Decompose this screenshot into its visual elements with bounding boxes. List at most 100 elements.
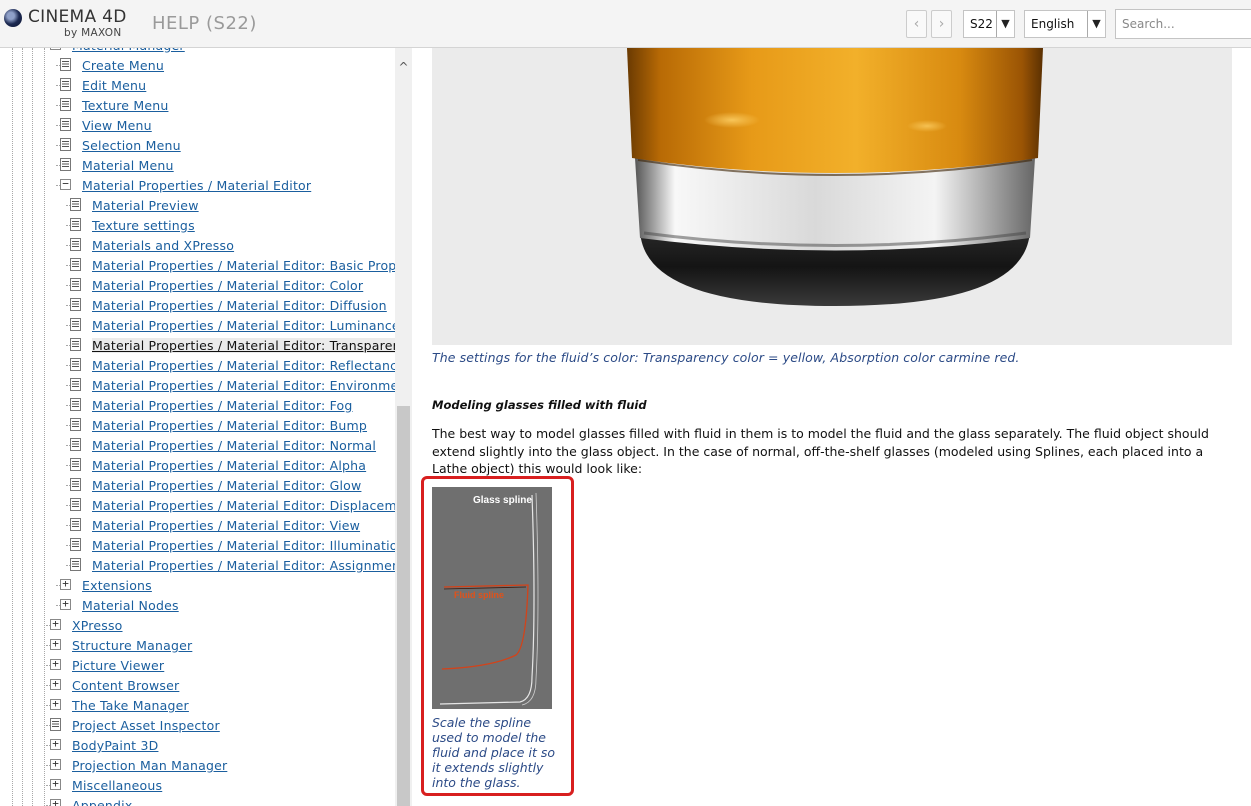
sidebar-item-label[interactable]: Material Properties / Material Editor: A… — [92, 458, 366, 473]
cinema4d-logo-icon[interactable] — [4, 9, 22, 27]
version-select-value: S22 — [970, 17, 993, 31]
expand-icon[interactable]: + — [60, 578, 71, 590]
glass-spline-label: Glass spline — [473, 495, 532, 506]
nav-forward-button[interactable]: › — [931, 10, 952, 38]
sidebar-item-label[interactable]: BodyPaint 3D — [72, 738, 158, 753]
sidebar-item-label[interactable]: Material Properties / Material Editor: V… — [92, 518, 360, 533]
chevron-down-icon: ▼ — [996, 11, 1014, 37]
document-icon — [70, 338, 81, 351]
sidebar-item-label[interactable]: Material Properties / Material Editor: G… — [92, 478, 361, 493]
collapse-icon[interactable]: − — [50, 48, 61, 50]
section-heading: Modeling glasses filled with fluid — [432, 398, 647, 412]
document-icon — [70, 318, 81, 331]
expand-icon[interactable]: + — [50, 738, 61, 750]
sidebar-item-label[interactable]: Content Browser — [72, 678, 179, 693]
chevron-right-icon: › — [938, 16, 945, 32]
expand-icon[interactable]: + — [50, 658, 61, 670]
tree-guide-line — [44, 48, 45, 806]
sidebar-item-label[interactable]: Miscellaneous — [72, 778, 162, 793]
document-icon — [70, 398, 81, 411]
scroll-up-icon[interactable]: ^ — [395, 60, 412, 80]
sidebar-item-label[interactable]: Material Properties / Material Editor: R… — [92, 358, 395, 373]
scrollbar-thumb[interactable] — [397, 406, 410, 806]
spline-diagram-image: Glass spline Fluid spline — [432, 487, 552, 709]
body-paragraph: The best way to model glasses filled wit… — [432, 426, 1209, 476]
chevron-down-icon: ▼ — [1087, 11, 1105, 37]
document-icon — [70, 458, 81, 471]
expand-icon[interactable]: + — [50, 618, 61, 630]
document-icon — [60, 98, 71, 111]
sidebar-item-label[interactable]: Texture Menu — [82, 98, 168, 113]
top-header: CINEMA 4D by MAXON HELP (S22) ‹ › S22 ▼ … — [0, 0, 1251, 48]
help-title: HELP (S22) — [152, 13, 257, 34]
sidebar-item-label[interactable]: Material Properties / Material Editor: N… — [92, 438, 376, 453]
sidebar-item-label[interactable]: Material Properties / Material Editor: B… — [92, 418, 367, 433]
fluid-spline-label: Fluid spline — [454, 590, 505, 600]
logo-wordmark[interactable]: CINEMA 4D — [28, 7, 127, 27]
sidebar-item-label[interactable]: Material Properties / Material Editor: F… — [92, 398, 353, 413]
sidebar-item-label[interactable]: Materials and XPresso — [92, 238, 234, 253]
sidebar-item-label[interactable]: Material Properties / Material Editor: D… — [92, 298, 387, 313]
sidebar-item-label[interactable]: XPresso — [72, 618, 123, 633]
sidebar-item-label[interactable]: Material Properties / Material Editor: E… — [92, 378, 395, 393]
sidebar-item-label[interactable]: Material Properties / Material Editor: A… — [92, 558, 395, 573]
expand-icon[interactable]: + — [50, 798, 61, 806]
sidebar-item-label[interactable]: Material Preview — [92, 198, 199, 213]
sidebar-item-label[interactable]: Material Properties / Material Editor: I… — [92, 538, 395, 553]
document-icon — [70, 478, 81, 491]
sidebar-item-label[interactable]: Project Asset Inspector — [72, 718, 220, 733]
collapse-icon[interactable]: − — [60, 178, 71, 190]
expand-icon[interactable]: + — [50, 698, 61, 710]
sidebar-item-label[interactable]: Material Properties / Material Editor: C… — [92, 278, 363, 293]
main-content: The settings for the fluid’s color: Tran… — [412, 48, 1251, 806]
sidebar-item-label[interactable]: Material Properties / Material Editor: L… — [92, 318, 395, 333]
logo-subtitle: by MAXON — [64, 27, 122, 39]
document-icon — [70, 438, 81, 451]
language-select[interactable]: English ▼ — [1024, 10, 1106, 38]
sidebar-item-label[interactable]: Edit Menu — [82, 78, 146, 93]
document-icon — [60, 58, 71, 71]
sidebar-item-label[interactable]: Material Nodes — [82, 598, 179, 613]
document-icon — [60, 118, 71, 131]
document-icon — [60, 138, 71, 151]
sidebar-item-label[interactable]: Create Menu — [82, 58, 164, 73]
sidebar-item-label[interactable]: Extensions — [82, 578, 152, 593]
sidebar-item-label[interactable]: Structure Manager — [72, 638, 192, 653]
document-icon — [70, 558, 81, 571]
sidebar-item-label[interactable]: Material Properties / Material Editor: D… — [92, 498, 395, 513]
sidebar-item-label[interactable]: Appendix — [72, 798, 132, 806]
expand-icon[interactable]: + — [50, 678, 61, 690]
sidebar-item-label[interactable]: Material Manager — [72, 48, 185, 53]
language-select-value: English — [1031, 17, 1075, 31]
nav-back-button[interactable]: ‹ — [906, 10, 927, 38]
sidebar-item-label[interactable]: Material Properties / Material Editor: T… — [92, 338, 395, 353]
document-icon — [70, 518, 81, 531]
document-icon — [70, 538, 81, 551]
sidebar-item-label[interactable]: Material Menu — [82, 158, 174, 173]
document-icon — [70, 278, 81, 291]
sidebar-item-label[interactable]: Material Properties / Material Editor: B… — [92, 258, 395, 273]
tree-guide-line — [12, 48, 13, 806]
document-icon — [70, 238, 81, 251]
expand-icon[interactable]: + — [50, 758, 61, 770]
sidebar-item-label[interactable]: View Menu — [82, 118, 152, 133]
glass-render-image — [432, 48, 1232, 345]
document-icon — [70, 298, 81, 311]
document-icon — [70, 258, 81, 271]
spline-caption: Scale the spline used to model the fluid… — [432, 715, 555, 790]
sidebar-scrollbar[interactable]: ^ — [395, 48, 412, 806]
sidebar-item-label[interactable]: Material Properties / Material Editor — [82, 178, 311, 193]
sidebar-item-label[interactable]: Selection Menu — [82, 138, 181, 153]
sidebar-item-label[interactable]: The Take Manager — [72, 698, 189, 713]
expand-icon[interactable]: + — [60, 598, 71, 610]
sidebar-item-label[interactable]: Picture Viewer — [72, 658, 164, 673]
sidebar-tree: − Material Manager Create Menu Edit Menu Tex… — [0, 48, 395, 806]
expand-icon[interactable]: + — [50, 638, 61, 650]
version-select[interactable]: S22 ▼ — [963, 10, 1015, 38]
document-icon — [60, 158, 71, 171]
expand-icon[interactable]: + — [50, 778, 61, 790]
sidebar-item-label[interactable]: Projection Man Manager — [72, 758, 227, 773]
document-icon — [50, 718, 61, 731]
sidebar-item-label[interactable]: Texture settings — [92, 218, 195, 233]
search-input[interactable] — [1115, 9, 1251, 39]
